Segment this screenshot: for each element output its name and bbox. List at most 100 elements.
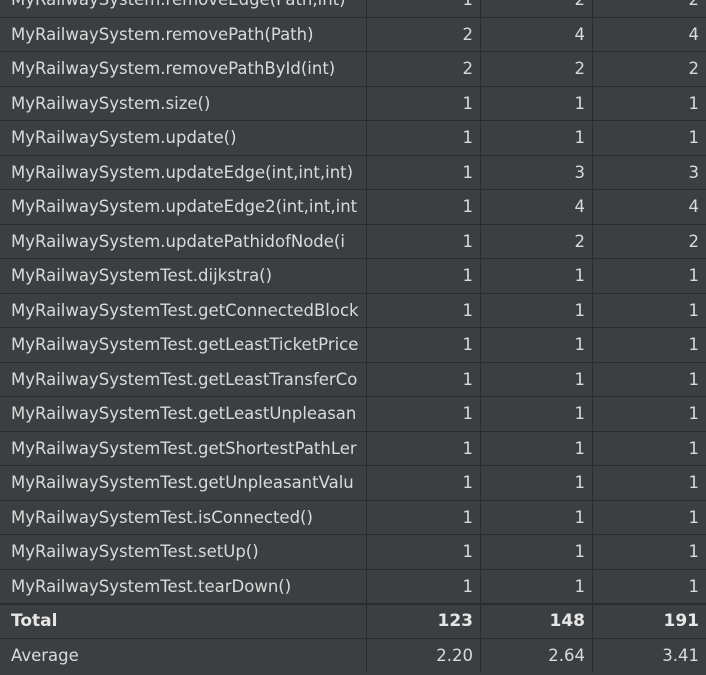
table-row[interactable]: MyRailwaySystem.removeEdge(Path,int)122 — [0, 0, 706, 17]
metric-3-cell: 1 — [688, 438, 700, 458]
metric-1-cell: 1 — [367, 397, 481, 431]
metric-2-cell: 1 — [481, 569, 593, 603]
metric-3-cell: 3 — [688, 162, 700, 182]
metric-2-cell: 1 — [481, 397, 593, 431]
metric-3-cell: 1 — [688, 128, 700, 148]
table-row[interactable]: MyRailwaySystem.removePath(Path) 2 4 4 — [0, 16, 706, 51]
method-name-cell: MyRailwaySystemTest.getLeastTicketPrice — [0, 328, 367, 362]
metric-1-cell: 1 — [367, 535, 481, 569]
table-row[interactable]: MyRailwaySystemTest.setUp() 1 1 1 — [0, 534, 706, 569]
metric-2-cell: 1 — [481, 293, 593, 327]
metric-2-cell: 1 — [481, 500, 593, 534]
metric-3-cell: 1 — [688, 576, 700, 596]
method-name-cell: MyRailwaySystem.updatePathidofNode(i — [0, 224, 367, 258]
metric-2-cell: 1 — [481, 328, 593, 362]
metric-1-cell: 1 — [367, 121, 481, 155]
metric-2-cell: 2 — [481, 0, 593, 17]
method-name-cell: MyRailwaySystemTest.getConnectedBlock — [0, 293, 367, 327]
method-name-cell: MyRailwaySystem.removeEdge(Path,int) — [0, 0, 367, 17]
metric-1-cell: 1 — [367, 0, 481, 17]
metric-3-cell: 1 — [688, 93, 700, 113]
table-row[interactable]: MyRailwaySystem.updateEdge(int,int,int) 1… — [0, 154, 706, 189]
table-row[interactable]: MyRailwaySystemTest.dijkstra() 1 1 1 — [0, 258, 706, 293]
metric-3-cell: 1 — [688, 369, 700, 389]
method-name-cell: MyRailwaySystemTest.tearDown() — [0, 569, 367, 603]
metric-2-cell: 1 — [481, 466, 593, 500]
method-name-cell: MyRailwaySystem.removePathById(int) — [0, 52, 367, 86]
metric-2-cell: 3 — [481, 155, 593, 189]
metrics-table: MyRailwaySystem.removeEdge(Path,int)122M… — [0, 0, 706, 672]
method-name-cell: MyRailwaySystem.updateEdge2(int,int,int — [0, 190, 367, 224]
metric-2-cell: 1 — [481, 259, 593, 293]
metric-2-cell: 2 — [481, 52, 593, 86]
metric-3-cell: 1 — [688, 542, 700, 562]
method-name-cell: MyRailwaySystemTest.setUp() — [0, 535, 367, 569]
metric-1-cell: 2 — [367, 52, 481, 86]
metric-3-cell: 1 — [688, 473, 700, 493]
metric-2-cell: 4 — [481, 190, 593, 224]
metric-1-cell: 1 — [367, 362, 481, 396]
table-body: MyRailwaySystem.removeEdge(Path,int)122M… — [0, 0, 706, 603]
method-name-cell: MyRailwaySystem.removePath(Path) — [0, 17, 367, 51]
average-label: Average — [0, 638, 367, 672]
table-row[interactable]: MyRailwaySystem.size() 1 1 1 — [0, 85, 706, 120]
metric-3-cell: 1 — [688, 404, 700, 424]
method-name-cell: MyRailwaySystemTest.getShortestPathLer — [0, 431, 367, 465]
metric-1-cell: 2 — [367, 17, 481, 51]
average-row: Average 2.20 2.64 3.41 — [0, 637, 706, 672]
metric-2-cell: 1 — [481, 86, 593, 120]
metric-3-cell: 4 — [688, 24, 700, 44]
table-row[interactable]: MyRailwaySystemTest.getShortestPathLer 1 1… — [0, 430, 706, 465]
metric-3-cell: 2 — [593, 0, 706, 17]
table-row[interactable]: MyRailwaySystem.updateEdge2(int,int,int 1… — [0, 189, 706, 224]
metric-1-cell: 1 — [367, 259, 481, 293]
table-row[interactable]: MyRailwaySystem.removePathById(int) 2 2 2 — [0, 51, 706, 86]
table-row[interactable]: MyRailwaySystemTest.getLeastUnpleasan 1 1 1 — [0, 396, 706, 431]
table-row[interactable]: MyRailwaySystem.updatePathidofNode(i 1 2 2 — [0, 223, 706, 258]
total-row: Total 123 148 191 — [0, 603, 706, 638]
metric-1-cell: 1 — [367, 500, 481, 534]
table-row[interactable]: MyRailwaySystemTest.getLeastTicketPrice 1… — [0, 327, 706, 362]
total-value-2: 148 — [481, 605, 593, 638]
metric-1-cell: 1 — [367, 293, 481, 327]
table-row[interactable]: MyRailwaySystem.update() 1 1 1 — [0, 120, 706, 155]
metric-2-cell: 1 — [481, 121, 593, 155]
table-row[interactable]: MyRailwaySystemTest.getUnpleasantValu 1 1 1 — [0, 465, 706, 500]
metric-1-cell: 1 — [367, 155, 481, 189]
table-row[interactable]: MyRailwaySystemTest.isConnected() 1 1 1 — [0, 499, 706, 534]
metric-3-cell: 1 — [688, 300, 700, 320]
method-name-cell: MyRailwaySystemTest.isConnected() — [0, 500, 367, 534]
method-name-cell: MyRailwaySystemTest.getLeastUnpleasan — [0, 397, 367, 431]
metric-2-cell: 1 — [481, 535, 593, 569]
metric-1-cell: 1 — [367, 86, 481, 120]
table-row[interactable]: MyRailwaySystemTest.getConnectedBlock 1 1 1 — [0, 292, 706, 327]
total-value-3: 191 — [663, 611, 700, 632]
metric-1-cell: 1 — [367, 224, 481, 258]
method-name-cell: MyRailwaySystem.update() — [0, 121, 367, 155]
table-row[interactable]: MyRailwaySystemTest.tearDown() 1 1 1 — [0, 568, 706, 603]
method-name-cell: MyRailwaySystem.size() — [0, 86, 367, 120]
method-name-cell: MyRailwaySystemTest.getLeastTransferCo — [0, 362, 367, 396]
metric-1-cell: 1 — [367, 569, 481, 603]
metric-1-cell: 1 — [367, 190, 481, 224]
average-value-1: 2.20 — [367, 638, 481, 672]
metric-3-cell: 1 — [688, 266, 700, 286]
metric-1-cell: 1 — [367, 328, 481, 362]
metric-2-cell: 1 — [481, 362, 593, 396]
metric-2-cell: 2 — [481, 224, 593, 258]
method-name-cell: MyRailwaySystemTest.getUnpleasantValu — [0, 466, 367, 500]
metric-2-cell: 1 — [481, 431, 593, 465]
metric-1-cell: 1 — [367, 431, 481, 465]
table-row[interactable]: MyRailwaySystemTest.getLeastTransferCo 1 1… — [0, 361, 706, 396]
metric-3-cell: 2 — [688, 59, 700, 79]
metric-2-cell: 4 — [481, 17, 593, 51]
metric-3-cell: 4 — [688, 197, 700, 217]
total-value-1: 123 — [367, 605, 481, 638]
metric-3-cell: 2 — [688, 231, 700, 251]
average-value-3: 3.41 — [662, 645, 699, 665]
metric-3-cell: 1 — [688, 507, 700, 527]
average-value-2: 2.64 — [481, 638, 593, 672]
metric-1-cell: 1 — [367, 466, 481, 500]
total-label: Total — [0, 605, 367, 638]
method-name-cell: MyRailwaySystem.updateEdge(int,int,int) — [0, 155, 367, 189]
